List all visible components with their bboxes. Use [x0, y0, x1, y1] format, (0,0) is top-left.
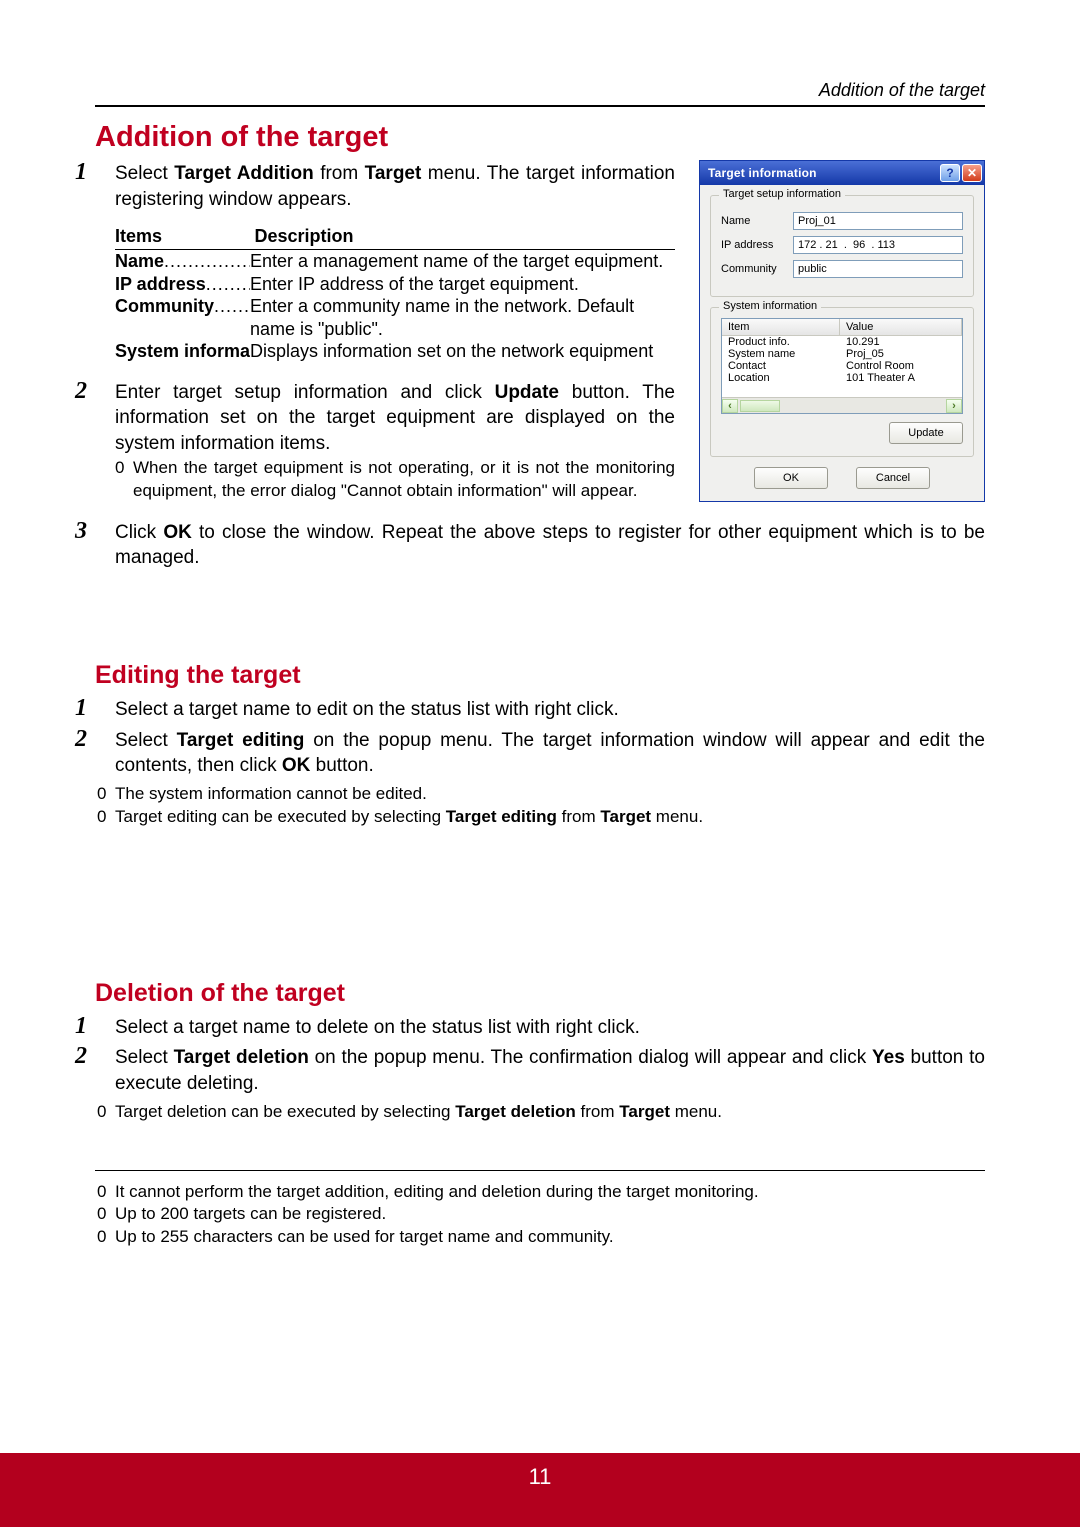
editing-step-2: 2Select Target editing on the popup menu…: [115, 727, 985, 779]
deletion-note-1: 0Target deletion can be executed by sele…: [115, 1101, 985, 1124]
items-table-row: Name.........................Enter a man…: [115, 250, 675, 273]
cancel-button[interactable]: Cancel: [856, 467, 930, 489]
items-table-row: IP address...............Enter IP addres…: [115, 273, 675, 296]
system-info-row: Product info.10.291: [722, 336, 962, 348]
step-number-1: 1: [95, 160, 115, 184]
horizontal-scrollbar[interactable]: ‹ ›: [722, 397, 962, 413]
update-button[interactable]: Update: [889, 422, 963, 444]
system-info-row: Location101 Theater A: [722, 372, 962, 384]
ip-label: IP address: [721, 239, 793, 251]
target-setup-group: Target setup information Name IP address…: [710, 195, 974, 297]
page-number: 11: [529, 1464, 552, 1489]
name-input[interactable]: [793, 212, 963, 230]
deletion-step-1: 1Select a target name to delete on the s…: [115, 1014, 985, 1041]
page-footer: 11: [0, 1453, 1080, 1527]
close-icon[interactable]: ✕: [962, 164, 982, 182]
col-item: Item: [722, 319, 840, 335]
section-editing-title: Editing the target: [95, 661, 985, 690]
items-table-row: System information.....Displays informat…: [115, 340, 675, 363]
dialog-title: Target information: [708, 166, 938, 180]
top-rule: [95, 105, 985, 107]
editing-note-2: 0Target editing can be executed by selec…: [115, 806, 985, 829]
system-info-table: Item Value Product info.10.291System nam…: [721, 318, 963, 414]
name-label: Name: [721, 215, 793, 227]
addition-step-3: 3Click OK to close the window. Repeat th…: [115, 519, 985, 571]
scroll-left-icon[interactable]: ‹: [722, 399, 738, 413]
section-addition-title: Addition of the target: [95, 121, 985, 154]
editing-note-1: 0The system information cannot be edited…: [115, 783, 985, 806]
ok-button[interactable]: OK: [754, 467, 828, 489]
step-number-3: 3: [95, 519, 115, 543]
footnote-1: 0It cannot perform the target addition, …: [115, 1181, 985, 1204]
dialog-titlebar: Target information ? ✕: [700, 161, 984, 185]
addition-step-2-note: 0When the target equipment is not operat…: [133, 457, 675, 503]
system-info-row: ContactControl Room: [722, 360, 962, 372]
help-icon[interactable]: ?: [940, 164, 960, 182]
items-table-row: Community...........Enter a community na…: [115, 295, 675, 340]
items-table-header: Items Description: [115, 226, 675, 250]
step-number-2: 2: [95, 379, 115, 403]
system-info-row: System nameProj_05: [722, 348, 962, 360]
community-label: Community: [721, 263, 793, 275]
footnote-2: 0Up to 200 targets can be registered.: [115, 1203, 985, 1226]
ip-input[interactable]: [793, 236, 963, 254]
footnote-3: 0Up to 255 characters can be used for ta…: [115, 1226, 985, 1249]
editing-step-1: 1Select a target name to edit on the sta…: [115, 696, 985, 723]
col-value: Value: [840, 319, 962, 335]
footnote-rule: [95, 1170, 985, 1171]
target-information-dialog: Target information ? ✕ Target setup info…: [699, 160, 985, 502]
addition-step-1: 1Select Target Addition from Target menu…: [115, 160, 675, 212]
scroll-right-icon[interactable]: ›: [946, 399, 962, 413]
system-information-group: System information Item Value Product in…: [710, 307, 974, 457]
section-deletion-title: Deletion of the target: [95, 979, 985, 1008]
addition-step-2: 2Enter target setup information and clic…: [115, 379, 675, 457]
deletion-step-2: 2Select Target deletion on the popup men…: [115, 1044, 985, 1096]
running-head: Addition of the target: [95, 80, 985, 101]
community-input[interactable]: [793, 260, 963, 278]
scroll-thumb[interactable]: [740, 400, 780, 412]
